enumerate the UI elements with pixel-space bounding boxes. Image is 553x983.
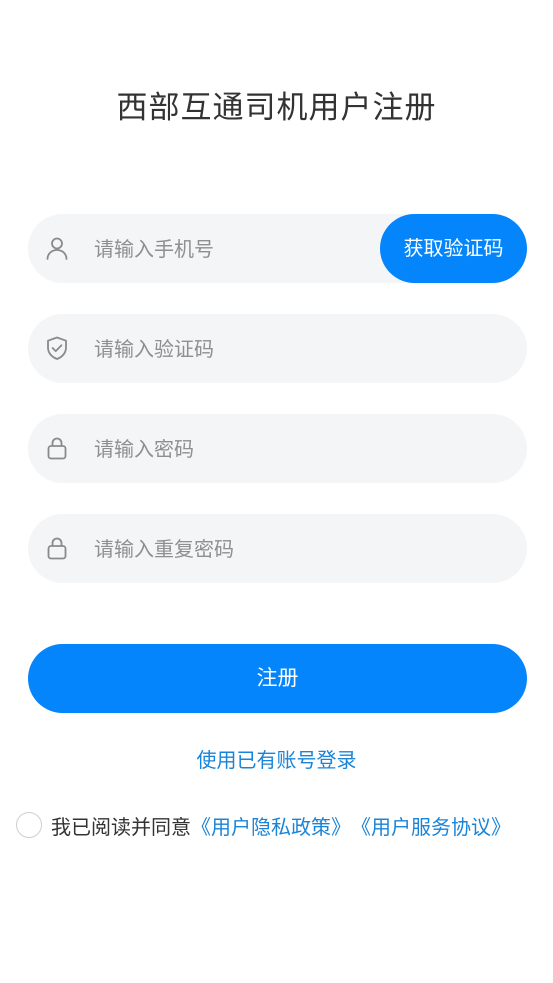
phone-field: 获取验证码 [28,214,527,283]
confirm-password-input[interactable] [94,514,394,583]
lock-icon [44,535,70,561]
privacy-policy-link[interactable]: 《用户隐私政策》 [191,811,351,840]
code-field [28,314,527,383]
agreement-checkbox[interactable] [16,812,42,838]
phone-input[interactable] [94,214,394,283]
register-button[interactable]: 注册 [28,644,527,713]
password-field [28,414,527,483]
agreement-text: 我已阅读并同意 [51,814,191,839]
password-input[interactable] [94,414,394,483]
get-code-button[interactable]: 获取验证码 [380,214,527,283]
agreement-row: 我已阅读并同意 《用户隐私政策》 《用户服务协议》 [16,809,546,841]
confirm-password-field [28,514,527,583]
shield-check-icon [44,335,70,361]
page-title: 西部互通司机用户注册 [116,90,437,126]
login-existing-account-link[interactable]: 使用已有账号登录 [0,745,553,775]
code-input[interactable] [94,314,394,383]
service-agreement-link[interactable]: 《用户服务协议》 [351,811,511,840]
lock-icon [44,435,70,461]
user-icon [44,235,70,261]
